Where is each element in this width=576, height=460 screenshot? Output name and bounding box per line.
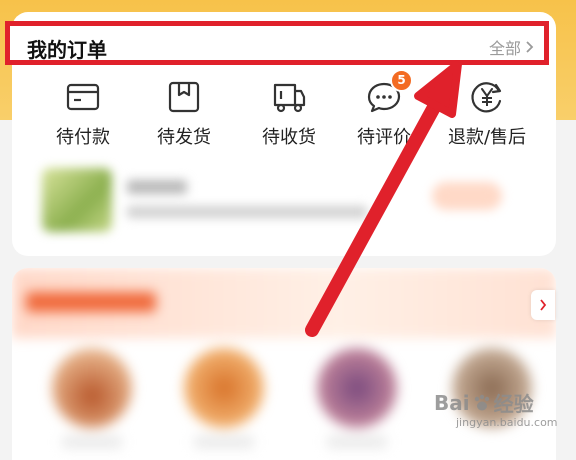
watermark-logo: Bai 经验 [434, 388, 534, 417]
watermark-brand: Bai [434, 390, 470, 415]
watermark-brand-cn: 经验 [493, 392, 534, 416]
watermark-url: jingyan.baidu.com [456, 416, 558, 429]
paw-icon [474, 394, 489, 410]
